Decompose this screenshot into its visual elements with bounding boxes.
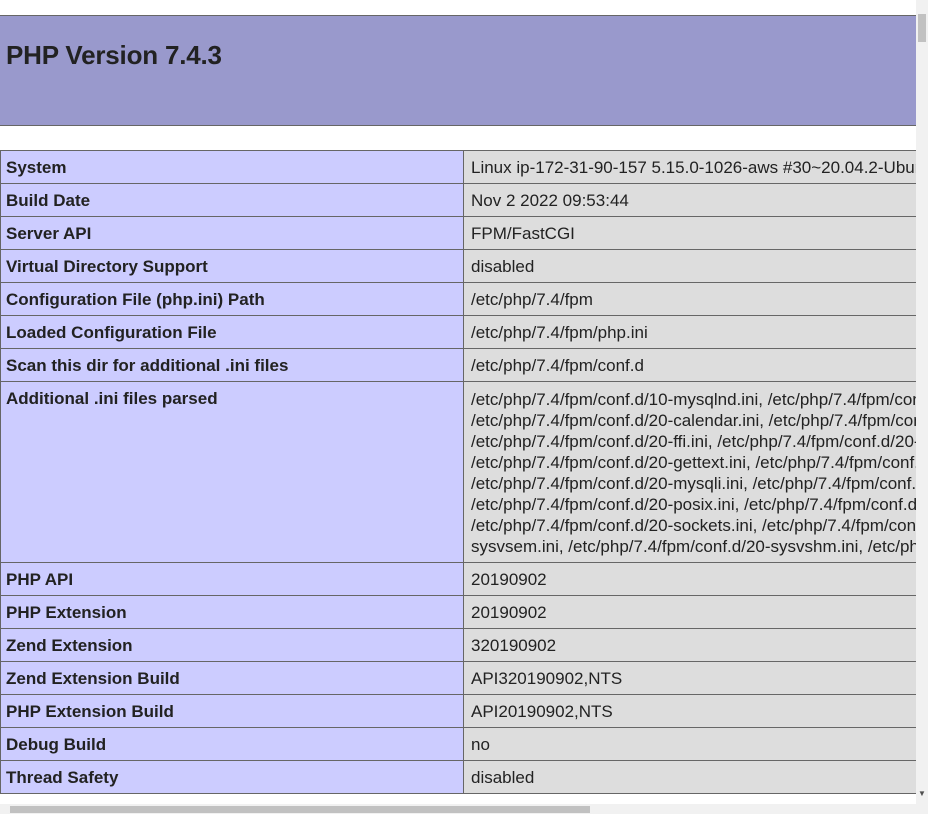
ini-file-line: /etc/php/7.4/fpm/conf.d/20-gettext.ini, …: [471, 453, 916, 472]
row-label: Debug Build: [0, 727, 464, 761]
row-label: PHP Extension Build: [0, 694, 464, 728]
row-label: System: [0, 150, 464, 184]
table-row: Scan this dir for additional .ini files …: [0, 348, 916, 382]
row-value: disabled: [463, 760, 916, 794]
table-row: Configuration File (php.ini) Path /etc/p…: [0, 282, 916, 316]
row-value: 320190902: [463, 628, 916, 662]
row-label: Configuration File (php.ini) Path: [0, 282, 464, 316]
row-label: Virtual Directory Support: [0, 249, 464, 283]
row-value: FPM/FastCGI: [463, 216, 916, 250]
horizontal-scrollbar-thumb[interactable]: [10, 806, 590, 813]
row-value: API20190902,NTS: [463, 694, 916, 728]
row-value-multiline: /etc/php/7.4/fpm/conf.d/10-mysqlnd.ini, …: [463, 381, 916, 563]
row-value: Nov 2 2022 09:53:44: [463, 183, 916, 217]
ini-file-line: /etc/php/7.4/fpm/conf.d/20-sockets.ini, …: [471, 516, 916, 535]
ini-file-line: sysvsem.ini, /etc/php/7.4/fpm/conf.d/20-…: [471, 537, 916, 556]
table-row: Additional .ini files parsed /etc/php/7.…: [0, 381, 916, 563]
row-value: /etc/php/7.4/fpm: [463, 282, 916, 316]
row-value: 20190902: [463, 595, 916, 629]
table-row: Debug Build no: [0, 727, 916, 761]
row-label: Thread Safety: [0, 760, 464, 794]
page-header: PHP Version 7.4.3: [0, 15, 916, 126]
row-value: disabled: [463, 249, 916, 283]
table-row: PHP Extension 20190902: [0, 595, 916, 629]
row-value: /etc/php/7.4/fpm/php.ini: [463, 315, 916, 349]
row-value: API320190902,NTS: [463, 661, 916, 695]
table-row: System Linux ip-172-31-90-157 5.15.0-102…: [0, 150, 916, 184]
table-row: PHP API 20190902: [0, 562, 916, 596]
row-label: PHP API: [0, 562, 464, 596]
table-row: Zend Extension 320190902: [0, 628, 916, 662]
row-label: Loaded Configuration File: [0, 315, 464, 349]
table-row: PHP Extension Build API20190902,NTS: [0, 694, 916, 728]
table-row: Loaded Configuration File /etc/php/7.4/f…: [0, 315, 916, 349]
table-row: Thread Safety disabled: [0, 760, 916, 794]
row-value: no: [463, 727, 916, 761]
ini-file-line: /etc/php/7.4/fpm/conf.d/10-mysqlnd.ini, …: [471, 390, 916, 409]
page-viewport: PHP Version 7.4.3 System Linux ip-172-31…: [0, 0, 916, 804]
row-label: Additional .ini files parsed: [0, 381, 464, 563]
table-row: Virtual Directory Support disabled: [0, 249, 916, 283]
ini-file-line: /etc/php/7.4/fpm/conf.d/20-calendar.ini,…: [471, 411, 916, 430]
table-row: Server API FPM/FastCGI: [0, 216, 916, 250]
row-label: Scan this dir for additional .ini files: [0, 348, 464, 382]
ini-file-line: /etc/php/7.4/fpm/conf.d/20-posix.ini, /e…: [471, 495, 916, 514]
info-table: System Linux ip-172-31-90-157 5.15.0-102…: [0, 150, 916, 794]
row-label: Zend Extension Build: [0, 661, 464, 695]
row-label: Server API: [0, 216, 464, 250]
row-value: /etc/php/7.4/fpm/conf.d: [463, 348, 916, 382]
horizontal-scrollbar[interactable]: [0, 804, 916, 814]
page-title: PHP Version 7.4.3: [6, 40, 222, 70]
table-row: Build Date Nov 2 2022 09:53:44: [0, 183, 916, 217]
ini-file-line: /etc/php/7.4/fpm/conf.d/20-mysqli.ini, /…: [471, 474, 916, 493]
row-label: Build Date: [0, 183, 464, 217]
row-value: Linux ip-172-31-90-157 5.15.0-1026-aws #…: [463, 150, 916, 184]
row-label: PHP Extension: [0, 595, 464, 629]
vertical-scrollbar-thumb[interactable]: [918, 14, 926, 42]
table-row: Zend Extension Build API320190902,NTS: [0, 661, 916, 695]
row-label: Zend Extension: [0, 628, 464, 662]
row-value: 20190902: [463, 562, 916, 596]
ini-file-line: /etc/php/7.4/fpm/conf.d/20-ffi.ini, /etc…: [471, 432, 916, 451]
vertical-scrollbar[interactable]: ▼: [916, 0, 928, 814]
scroll-down-arrow-icon[interactable]: ▼: [916, 788, 928, 800]
